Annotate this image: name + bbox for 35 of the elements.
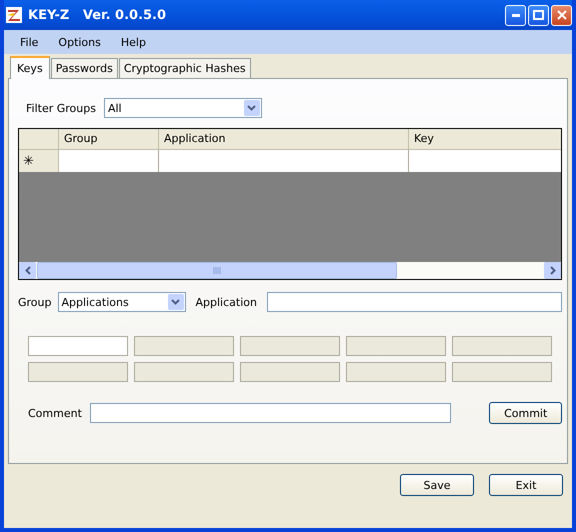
scrollbar-thumb[interactable]	[37, 262, 397, 279]
menu-item[interactable]: File	[10, 36, 48, 48]
menu-item[interactable]: Help	[110, 36, 156, 48]
tab[interactable]: Passwords	[50, 58, 118, 78]
column-header[interactable]: Key	[409, 129, 561, 149]
menu-item[interactable]: Options	[48, 36, 111, 48]
scroll-left-icon	[24, 266, 30, 275]
app-logo-icon	[6, 7, 22, 23]
comment-label: Comment	[28, 406, 82, 420]
chevron-down-icon	[171, 299, 180, 305]
close-icon	[556, 10, 566, 20]
horizontal-scrollbar[interactable]	[19, 262, 561, 279]
filter-groups-label: Filter Groups	[26, 102, 96, 114]
window-title: KEY-Z Ver. 0.0.5.0	[28, 8, 168, 22]
new-row-marker: ✳	[19, 150, 59, 172]
tab[interactable]: Keys	[10, 56, 50, 79]
close-button[interactable]	[551, 4, 572, 26]
comment-field[interactable]	[90, 403, 452, 423]
tab[interactable]: Cryptographic Hashes	[118, 58, 251, 78]
group-dropdown[interactable]: Applications	[58, 292, 186, 312]
dialog-button[interactable]: Save	[400, 474, 474, 496]
maximize-button[interactable]	[528, 4, 549, 26]
grip-icon	[213, 267, 221, 274]
commit-button[interactable]: Commit	[489, 402, 562, 424]
group-label: Group	[18, 296, 52, 308]
key-field[interactable]	[28, 336, 128, 356]
filter-groups-dropdown[interactable]: All	[104, 98, 262, 118]
scroll-right-icon	[550, 266, 556, 275]
application-label: Application	[196, 296, 257, 308]
application-field[interactable]	[266, 292, 562, 312]
maximize-icon	[533, 10, 544, 20]
dialog-button[interactable]: Exit	[489, 474, 563, 496]
minimize-icon	[512, 14, 520, 16]
chevron-down-icon	[247, 105, 256, 111]
minimize-button[interactable]	[505, 4, 526, 26]
